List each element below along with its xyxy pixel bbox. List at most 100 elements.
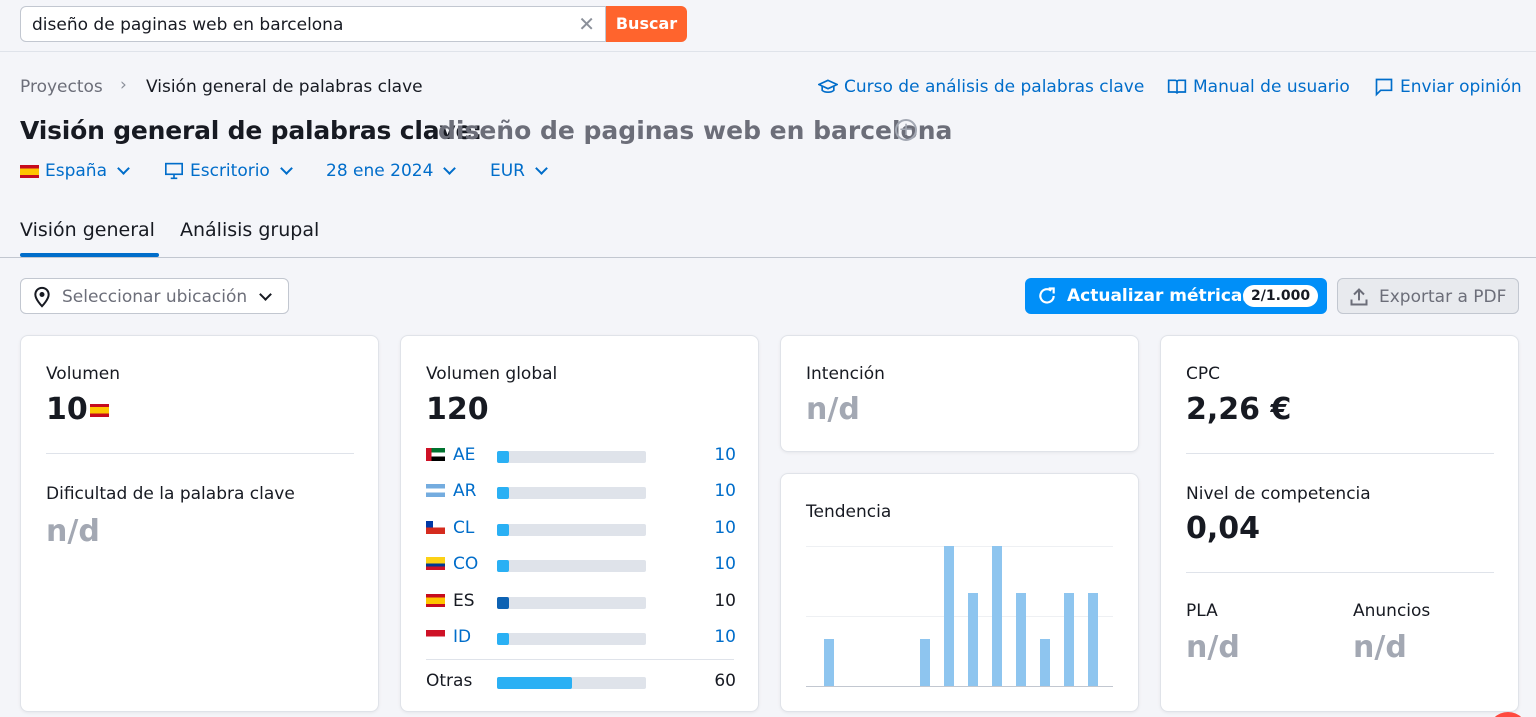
cpc-value: 2,26 € xyxy=(1186,392,1292,427)
country-flag-icon xyxy=(426,520,445,534)
currency-filter-label: EUR xyxy=(490,161,525,181)
trend-bar[interactable] xyxy=(1064,592,1074,686)
country-code[interactable]: AE xyxy=(453,445,475,465)
tab-overview[interactable]: Visión general xyxy=(20,219,155,241)
trend-bar[interactable] xyxy=(944,546,954,686)
country-value[interactable]: 10 xyxy=(714,481,736,501)
update-metrics-label: Actualizar métricas xyxy=(1067,286,1253,306)
date-filter-label: 28 ene 2024 xyxy=(326,161,434,181)
chevron-down-icon xyxy=(117,162,130,175)
country-bar-fill xyxy=(497,523,509,536)
chevron-down-icon xyxy=(259,288,272,301)
search-input[interactable]: diseño de paginas web en barcelona ✕ xyxy=(20,6,606,42)
trend-bar[interactable] xyxy=(1016,592,1026,686)
feedback-link[interactable]: Enviar opinión xyxy=(1374,77,1522,97)
trend-baseline xyxy=(806,686,1113,687)
course-link[interactable]: Curso de análisis de palabras clave xyxy=(818,77,1144,97)
clear-search-icon[interactable]: ✕ xyxy=(578,12,595,36)
manual-link-label: Manual de usuario xyxy=(1193,77,1350,97)
cpc-card: CPC 2,26 € Nivel de competencia 0,04 PLA… xyxy=(1160,335,1519,712)
country-row: AR 10 xyxy=(426,481,736,503)
trend-bar[interactable] xyxy=(1040,639,1050,686)
top-search-bar: diseño de paginas web en barcelona ✕ Bus… xyxy=(0,0,1536,52)
update-metrics-button[interactable]: Actualizar métricas 2/1.000 xyxy=(1025,278,1327,314)
card-divider xyxy=(1186,572,1494,573)
tab-group-analysis[interactable]: Análisis grupal xyxy=(180,219,319,241)
upload-icon xyxy=(1350,288,1368,306)
export-pdf-button[interactable]: Exportar a PDF xyxy=(1337,278,1519,314)
country-value[interactable]: 10 xyxy=(714,445,736,465)
country-bar-track xyxy=(497,451,646,463)
others-row: Otras 60 xyxy=(426,671,736,693)
course-link-label: Curso de análisis de palabras clave xyxy=(844,77,1145,97)
card-divider xyxy=(426,659,734,660)
device-filter[interactable]: Escritorio xyxy=(164,161,293,181)
pla-label: PLA xyxy=(1186,601,1218,621)
country-bar-track xyxy=(497,560,646,573)
trend-label: Tendencia xyxy=(806,502,892,522)
others-value: 60 xyxy=(714,671,736,691)
breadcrumb-projects[interactable]: Proyectos xyxy=(20,77,103,97)
spain-flag-icon xyxy=(20,164,39,178)
country-bar-fill xyxy=(497,560,509,573)
country-filter[interactable]: España xyxy=(20,161,130,181)
others-label: Otras xyxy=(426,671,473,691)
country-bar-fill xyxy=(497,451,509,463)
trend-bar[interactable] xyxy=(968,592,978,686)
chevron-down-icon xyxy=(279,162,293,175)
map-pin-icon xyxy=(34,286,50,308)
country-bar-fill xyxy=(497,633,509,645)
cpc-label: CPC xyxy=(1186,364,1220,384)
country-code[interactable]: ID xyxy=(453,627,471,647)
breadcrumb-chevron-icon: › xyxy=(120,75,127,95)
tabs-divider xyxy=(0,257,1536,258)
country-bar-track xyxy=(497,487,646,500)
country-value[interactable]: 10 xyxy=(714,518,736,538)
volume-label: Volumen xyxy=(46,364,121,384)
ads-value: n/d xyxy=(1353,630,1407,665)
country-bar-fill xyxy=(497,487,509,500)
country-flag-icon xyxy=(426,557,445,571)
page-title-keyword: diseño de paginas web en barcelona xyxy=(438,116,953,145)
intent-value: n/d xyxy=(806,392,860,427)
difficulty-label: Dificultad de la palabra clave xyxy=(46,484,295,504)
difficulty-value: n/d xyxy=(46,514,100,549)
country-row: AE 10 xyxy=(426,445,736,467)
intent-card: Intención n/d xyxy=(780,335,1139,452)
feedback-link-label: Enviar opinión xyxy=(1400,77,1522,97)
date-filter[interactable]: 28 ene 2024 xyxy=(326,161,457,181)
country-row: CL 10 xyxy=(426,518,736,540)
trend-bar[interactable] xyxy=(920,639,930,686)
global-volume-card: Volumen global 120 AE 10 AR 10 CL 10 CO 10 ES 10 I… xyxy=(400,335,759,712)
ads-label: Anuncios xyxy=(1353,601,1431,621)
add-keyword-icon[interactable]: + xyxy=(895,119,917,141)
update-metrics-badge: 2/1.000 xyxy=(1243,285,1319,307)
trend-bar[interactable] xyxy=(992,546,1002,686)
volume-card: Volumen 10 Dificultad de la palabra clav… xyxy=(20,335,379,712)
country-bar-fill xyxy=(497,596,509,609)
others-bar-track xyxy=(497,677,646,689)
country-code[interactable]: CL xyxy=(453,518,474,538)
trend-card: Tendencia xyxy=(780,473,1139,712)
card-divider xyxy=(1186,453,1494,454)
chat-widget-button[interactable] xyxy=(1488,712,1528,717)
search-button[interactable]: Buscar xyxy=(606,6,687,42)
trend-bar[interactable] xyxy=(1088,592,1098,686)
country-flag-icon xyxy=(426,593,445,607)
country-code[interactable]: AR xyxy=(453,481,476,501)
currency-filter[interactable]: EUR xyxy=(490,161,548,181)
global-volume-value: 120 xyxy=(426,392,489,427)
country-value[interactable]: 10 xyxy=(714,554,736,574)
intent-label: Intención xyxy=(806,364,885,384)
search-query[interactable]: diseño de paginas web en barcelona xyxy=(32,15,343,35)
country-bar-track xyxy=(497,633,646,645)
country-value[interactable]: 10 xyxy=(714,627,736,647)
country-code[interactable]: CO xyxy=(453,554,478,574)
trend-bar[interactable] xyxy=(824,639,834,686)
country-row: ES 10 xyxy=(426,591,736,613)
location-select[interactable]: Seleccionar ubicación xyxy=(20,278,289,314)
volume-value: 10 xyxy=(46,392,88,427)
chevron-down-icon xyxy=(535,162,548,175)
manual-link[interactable]: Manual de usuario xyxy=(1167,77,1350,97)
country-flag-icon xyxy=(426,484,445,498)
